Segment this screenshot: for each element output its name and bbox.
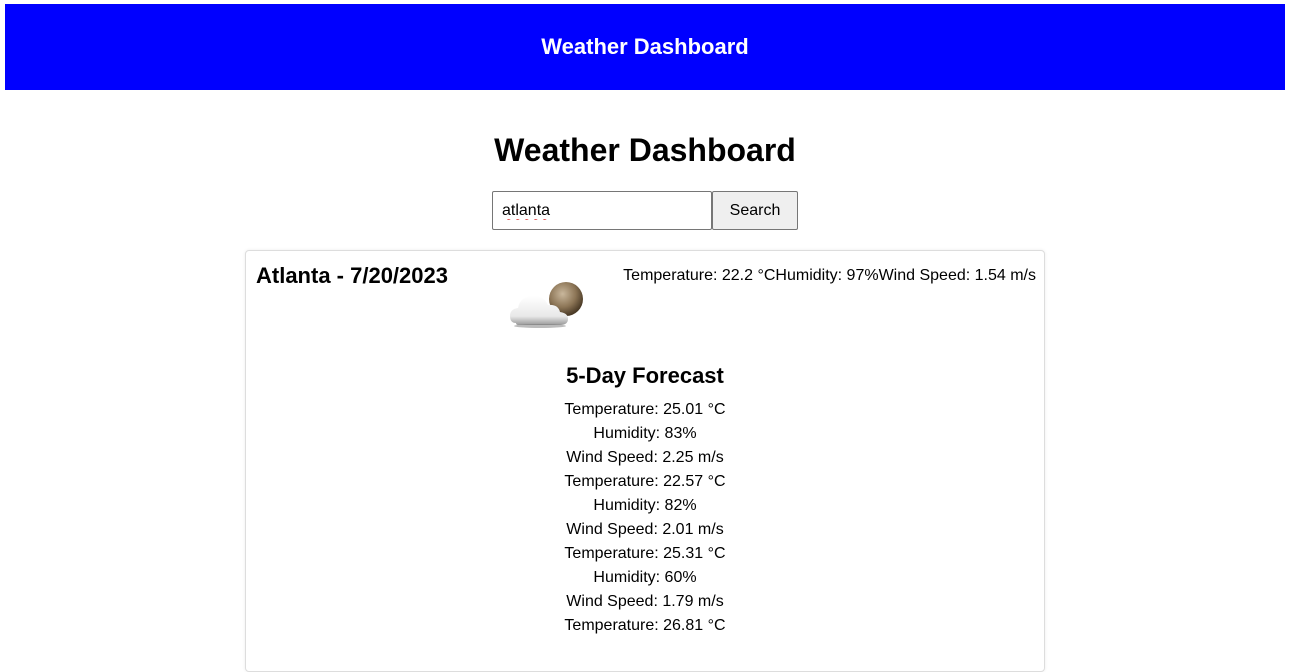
forecast-heading: 5-Day Forecast [566, 363, 724, 388]
current-city-heading: Atlanta - 7/20/2023 [256, 263, 448, 288]
current-wind: Wind Speed: 1.54 m/s [878, 267, 1036, 284]
current-temperature: Temperature: 22.2 °C [623, 267, 776, 284]
forecast-humidity: Humidity: 82% [593, 497, 697, 514]
app-header: Weather Dashboard [5, 4, 1285, 90]
weather-card: Atlanta - 7/20/2023 Temperature: 22.2 °C… [245, 250, 1045, 672]
forecast-temperature: Temperature: 22.57 °C [564, 473, 726, 490]
current-humidity: Humidity: 97% [775, 267, 879, 284]
forecast-temperature: Temperature: 25.01 °C [564, 401, 726, 418]
forecast-wind: Wind Speed: 2.25 m/s [566, 449, 724, 466]
forecast-humidity: Humidity: 60% [593, 569, 697, 586]
forecast-wind: Wind Speed: 2.01 m/s [566, 521, 724, 538]
header-title: Weather Dashboard [541, 34, 749, 59]
forecast-temperature: Temperature: 26.81 °C [564, 617, 726, 634]
cloud-moon-icon [510, 282, 583, 328]
search-input[interactable] [492, 191, 712, 230]
forecast-temperature: Temperature: 25.31 °C [564, 545, 726, 562]
search-form: Search [492, 191, 798, 230]
forecast-wind: Wind Speed: 1.79 m/s [566, 593, 724, 610]
current-stats: Temperature: 22.2 °CHumidity: 97%Wind Sp… [623, 266, 1036, 286]
forecast-humidity: Humidity: 83% [593, 425, 697, 442]
forecast-list: Temperature: 25.01 °C Humidity: 83% Wind… [246, 398, 1044, 638]
page-title: Weather Dashboard [494, 132, 796, 168]
search-button[interactable]: Search [712, 191, 798, 230]
